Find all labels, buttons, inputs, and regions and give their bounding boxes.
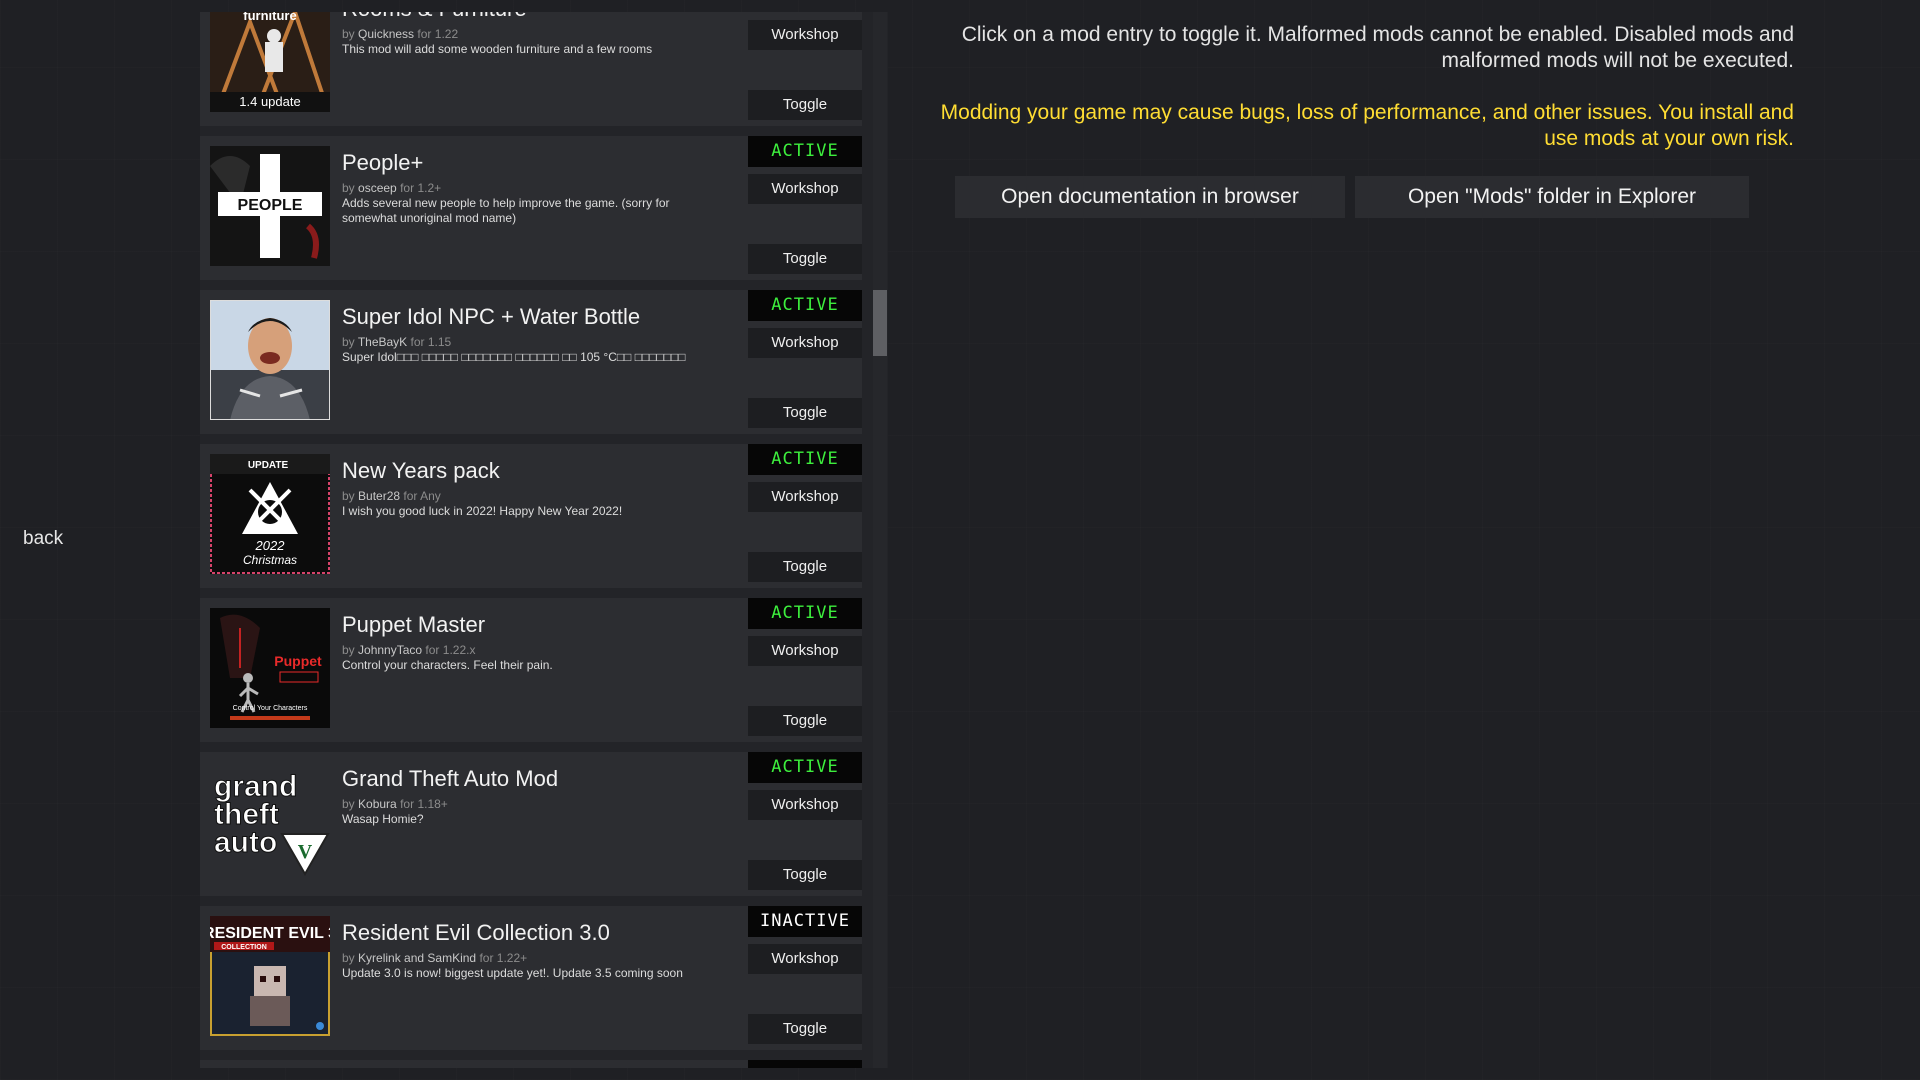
mod-entry-resident-evil[interactable]: RESIDENT EVIL 3 COLLECTION Resident Evil… (200, 906, 862, 1050)
mods-screen: back 1.4 update furniture rooms (0, 0, 1920, 1080)
mod-thumbnail: UPDATE 2022 Christmas (210, 454, 330, 574)
thumb-caption: PEOPLE (238, 197, 303, 214)
mod-entry-people-plus[interactable]: PEOPLE People+ by osceep for 1.2+ Adds s… (200, 136, 862, 280)
mod-meta: by Kyrelink and SamKind for 1.22+ (342, 951, 528, 965)
mod-description: Update 3.0 is now! biggest update yet!. … (342, 966, 683, 980)
mod-version: 1.22 (434, 27, 459, 41)
mod-list-panel: 1.4 update furniture rooms Rooms & Furni… (200, 12, 888, 1068)
mod-version: 1.22+ (496, 951, 528, 965)
mod-title: Super Idol NPC + Water Bottle (342, 304, 641, 329)
mod-entry-new-years-pack[interactable]: UPDATE 2022 Christmas New Years pack by … (200, 444, 862, 588)
mod-author: Buter28 (358, 489, 401, 503)
mod-meta: by JohnnyTaco for 1.22.x (342, 643, 476, 657)
mod-version: 1.15 (427, 335, 452, 349)
mod-meta: by Quickness for 1.22 (342, 27, 459, 41)
mod-version: Any (420, 489, 441, 503)
status-badge: INACTIVE (748, 906, 862, 937)
mod-author: Kobura (358, 797, 397, 811)
open-mods-folder-button[interactable]: Open "Mods" folder in Explorer (1355, 176, 1749, 218)
mod-author: Quickness (358, 27, 415, 41)
mod-title: People+ (342, 150, 424, 175)
toggle-button[interactable]: Toggle (748, 552, 862, 582)
toggle-button[interactable]: Toggle (748, 90, 862, 120)
scrollbar-thumb[interactable] (873, 290, 887, 356)
mod-entry-rooms-furniture[interactable]: 1.4 update furniture rooms Rooms & Furni… (200, 12, 862, 126)
status-badge: ACTIVE (748, 290, 862, 321)
mod-description: Wasap Homie? (342, 812, 424, 826)
mod-title: Grand Theft Auto Mod (342, 766, 559, 791)
thumb-caption: Control Your Characters (233, 705, 308, 712)
workshop-button[interactable]: Workshop (748, 174, 862, 204)
mod-author: Kyrelink and SamKind (358, 951, 477, 965)
workshop-button[interactable]: Workshop (748, 636, 862, 666)
open-documentation-button[interactable]: Open documentation in browser (955, 176, 1345, 218)
mod-thumbnail: 1.4 update furniture rooms (210, 12, 330, 112)
mod-version: 1.22.x (442, 643, 476, 657)
mod-title: Resident Evil Collection 3.0 (342, 920, 610, 945)
thumb-title: Puppet (274, 653, 322, 669)
mod-description: Adds several new people to help improve … (342, 196, 670, 225)
mod-thumbnail: RESIDENT EVIL 3 COLLECTION (210, 916, 330, 1036)
toggle-button[interactable]: Toggle (748, 1014, 862, 1044)
mod-description: I wish you good luck in 2022! Happy New … (342, 504, 623, 518)
status-badge: ACTIVE (748, 598, 862, 629)
toggle-button[interactable]: Toggle (748, 860, 862, 890)
workshop-button[interactable]: Workshop (748, 482, 862, 512)
mod-thumbnail: PEOPLE (210, 146, 330, 266)
mod-entry-grand-theft-auto[interactable]: grand theft auto V Grand Theft Auto Mod … (200, 752, 862, 896)
mod-description: This mod will add some wooden furniture … (342, 42, 653, 56)
mod-entry-super-idol[interactable]: Super Idol NPC + Water Bottle by TheBayK… (200, 290, 862, 434)
thumb-line-3: auto (214, 826, 277, 859)
mod-meta: by Buter28 for Any (342, 489, 441, 503)
toggle-help-text: Click on a mod entry to toggle it. Malfo… (961, 23, 1794, 72)
mod-thumbnail (210, 300, 330, 420)
risk-warning-text: Modding your game may cause bugs, loss o… (940, 101, 1794, 150)
mod-entry-puppet-master[interactable]: Puppet Control Your Characters Puppet Ma… (200, 598, 862, 742)
mod-thumbnail: Puppet Control Your Characters (210, 608, 330, 728)
mod-meta: by TheBayK for 1.15 (342, 335, 452, 349)
thumb-year: 2022 (255, 538, 286, 553)
mod-title: Puppet Master (342, 612, 486, 637)
toggle-button[interactable]: Toggle (748, 398, 862, 428)
workshop-button[interactable]: Workshop (748, 328, 862, 358)
thumb-caption: COLLECTION (221, 944, 267, 951)
mod-title: Rooms & Furniture (342, 12, 527, 22)
thumb-caption: 1.4 update (239, 94, 300, 109)
workshop-button[interactable]: Workshop (748, 790, 862, 820)
mod-list: 1.4 update furniture rooms Rooms & Furni… (200, 12, 862, 1068)
status-badge: ACTIVE (748, 752, 862, 783)
mod-description: Control your characters. Feel their pain… (342, 658, 553, 672)
thumb-badge: V (298, 841, 313, 863)
mod-meta: by Kobura for 1.18+ (342, 797, 448, 811)
mod-version: 1.18+ (417, 797, 448, 811)
thumb-title: RESIDENT EVIL 3 (210, 925, 330, 942)
status-badge-partial (748, 1060, 862, 1068)
mod-author: osceep (358, 181, 397, 195)
workshop-button[interactable]: Workshop (748, 20, 862, 50)
mod-title: New Years pack (342, 458, 500, 483)
thumb-title: furniture (243, 12, 296, 23)
mod-version: 1.2+ (417, 181, 442, 195)
mod-thumbnail: grand theft auto V (210, 762, 330, 882)
thumb-caption: Christmas (243, 553, 297, 567)
mod-entry-next[interactable] (200, 1060, 862, 1068)
mod-author: TheBayK (357, 335, 408, 349)
mod-author: JohnnyTaco (358, 643, 423, 657)
status-badge: ACTIVE (748, 444, 862, 475)
status-badge: ACTIVE (748, 136, 862, 167)
scrollbar-track[interactable] (873, 12, 887, 1068)
mod-meta: by osceep for 1.2+ (342, 181, 442, 195)
mod-description: Super Idol□□□ □□□□□ □□□□□□□ □□□□□□ □□ 10… (342, 350, 686, 364)
toggle-button[interactable]: Toggle (748, 244, 862, 274)
toggle-button[interactable]: Toggle (748, 706, 862, 736)
workshop-button[interactable]: Workshop (748, 944, 862, 974)
thumb-top: UPDATE (248, 460, 289, 471)
back-button[interactable]: back (23, 528, 63, 550)
